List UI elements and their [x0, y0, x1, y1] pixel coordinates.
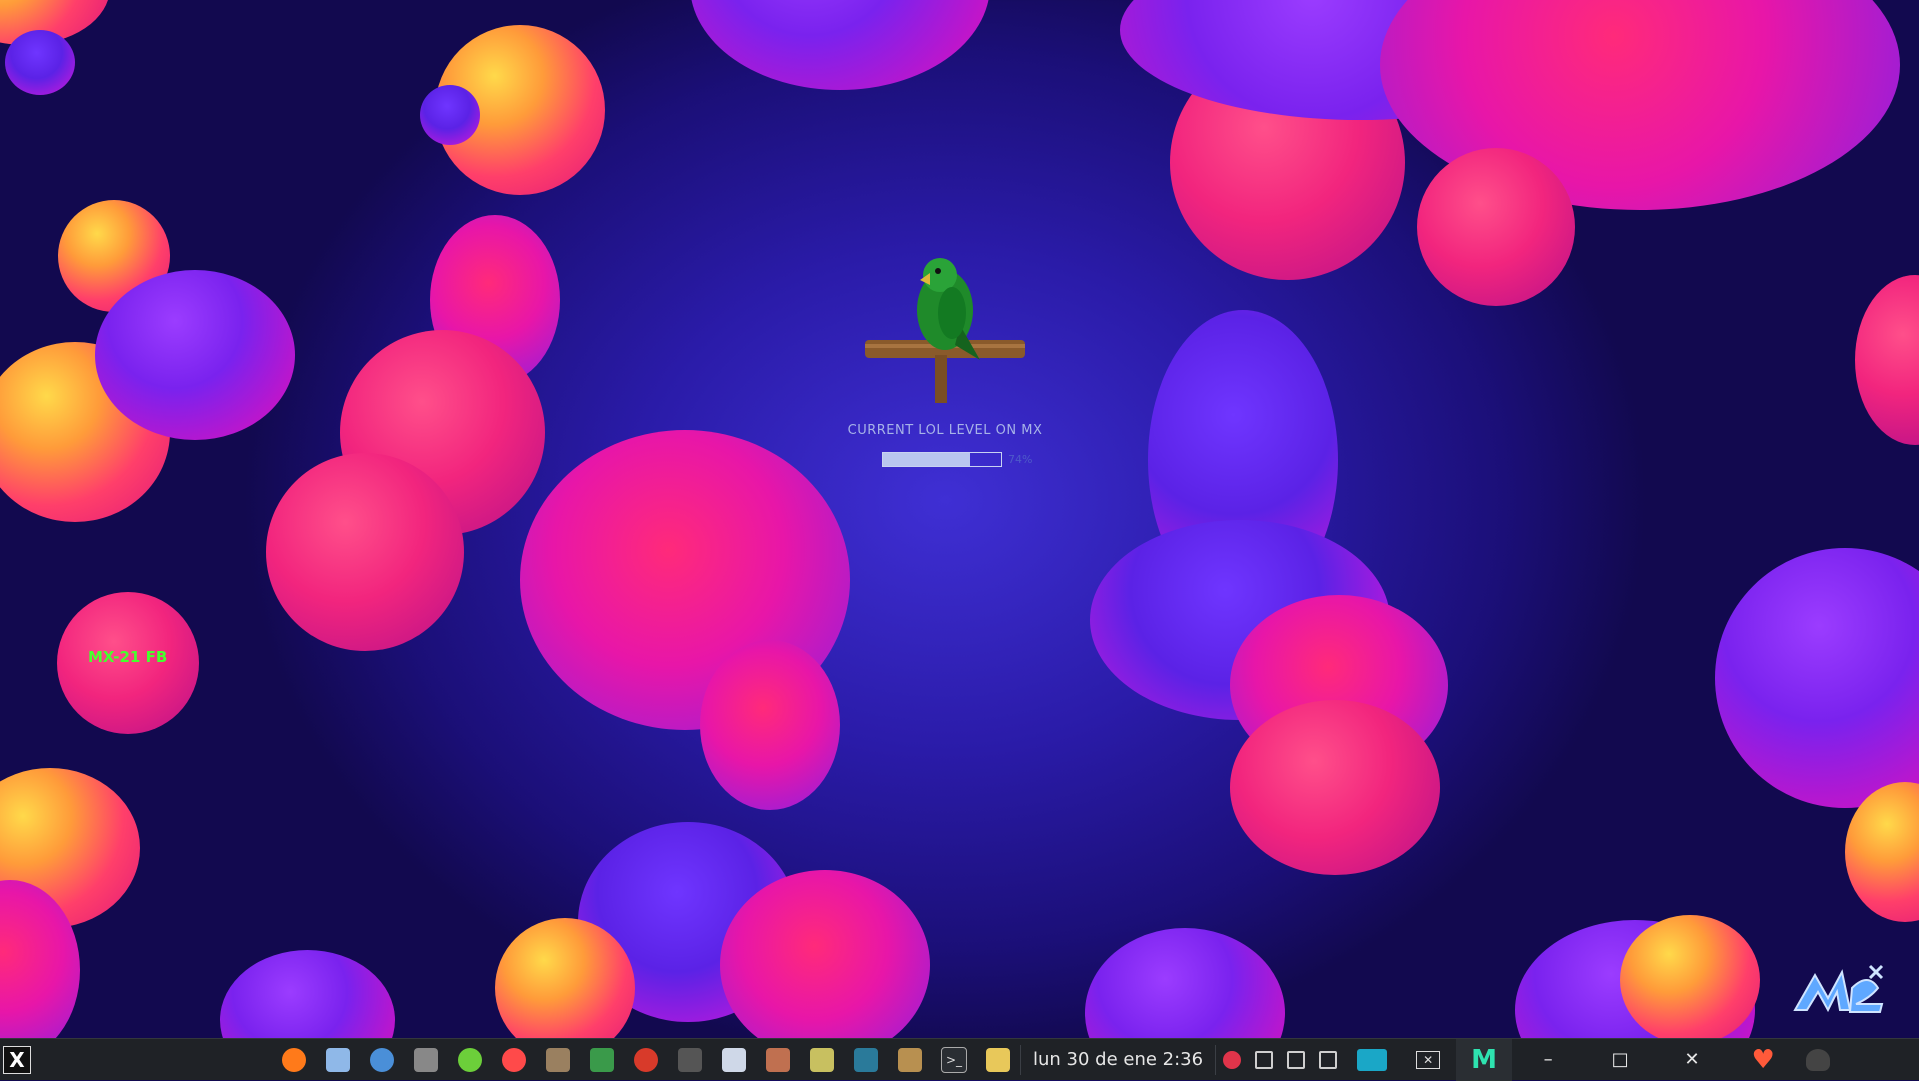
launcher-button[interactable]: [404, 1039, 448, 1081]
paint-bucket-icon: [766, 1047, 790, 1072]
file-manager-icon: [546, 1047, 570, 1072]
launcher-button[interactable]: [712, 1039, 756, 1081]
favorite-button[interactable]: ♥: [1728, 1039, 1798, 1081]
jar-icon: [898, 1047, 922, 1072]
launcher-button[interactable]: >_: [932, 1039, 976, 1081]
wallpaper-blob: [220, 950, 395, 1038]
wallpaper-blob: [266, 453, 464, 651]
globe-icon: [370, 1047, 394, 1072]
wallpaper-blob: [700, 640, 840, 810]
minimize-icon: –: [1543, 1049, 1553, 1070]
taskbar: X >_ lun 30 de ene 2:36 ✕ M – □ ✕ ♥: [0, 1038, 1919, 1081]
heart-icon: ♥: [1751, 1044, 1775, 1075]
launcher-button[interactable]: [976, 1039, 1020, 1081]
wallpaper-blob: [690, 0, 990, 90]
desktop-area: CURRENT LOL LEVEL ON MX 74% MX-21 FB: [0, 0, 1919, 1038]
wallpaper-blob: [1855, 275, 1919, 445]
wallpaper-blob: [1085, 928, 1285, 1038]
lol-level-widget: CURRENT LOL LEVEL ON MX 74%: [840, 245, 1050, 467]
tray-item[interactable]: [1248, 1039, 1280, 1081]
close-box-icon: ✕: [1416, 1050, 1441, 1069]
maximize-button[interactable]: □: [1584, 1039, 1656, 1081]
lol-level-bar: [882, 452, 1002, 467]
volume-icon: [1319, 1050, 1338, 1069]
parrot-icon: [865, 258, 1025, 403]
tray-item[interactable]: [1312, 1039, 1344, 1081]
window-list-icon: [326, 1047, 350, 1072]
cherry-icon: [1223, 1050, 1242, 1069]
close-icon: ✕: [1684, 1049, 1700, 1070]
launcher-button[interactable]: [536, 1039, 580, 1081]
red-circle-icon: [634, 1047, 658, 1072]
launcher-button[interactable]: [888, 1039, 932, 1081]
desktop-icon-label[interactable]: MX-21 FB: [88, 648, 167, 666]
notes-icon: [986, 1047, 1010, 1072]
screenshot-icon: [854, 1047, 878, 1072]
alien-icon: [810, 1047, 834, 1072]
green-blob-icon: [458, 1047, 482, 1072]
tray-item[interactable]: [1216, 1039, 1248, 1081]
wallpaper-blob: [420, 85, 480, 145]
clock[interactable]: lun 30 de ene 2:36: [1021, 1049, 1215, 1070]
clip-icon: [1287, 1050, 1306, 1069]
show-desktop-button[interactable]: [1344, 1039, 1400, 1081]
firefox-icon: [282, 1047, 306, 1072]
lol-level-title: CURRENT LOL LEVEL ON MX: [847, 423, 1043, 438]
launcher-button[interactable]: [668, 1039, 712, 1081]
launcher-button[interactable]: [844, 1039, 888, 1081]
close-button[interactable]: ✕: [1656, 1039, 1728, 1081]
wallpaper-blob: [1715, 548, 1919, 808]
tray-item[interactable]: [1280, 1039, 1312, 1081]
lol-level-fill: [883, 453, 971, 466]
system-tray: [1216, 1039, 1344, 1081]
launcher-button[interactable]: [448, 1039, 492, 1081]
user-hat-icon: [1806, 1048, 1831, 1071]
wallpaper-blob: [5, 30, 75, 95]
launcher-button[interactable]: [360, 1039, 404, 1081]
mouse-icon: [414, 1047, 438, 1072]
wallpaper-blob: [1620, 915, 1760, 1038]
minimize-button[interactable]: –: [1512, 1039, 1584, 1081]
display-icon: [1255, 1050, 1274, 1069]
mx-m-icon: M: [1471, 1044, 1498, 1075]
launcher-button[interactable]: [316, 1039, 360, 1081]
lol-level-percent: 74%: [1008, 453, 1033, 466]
wallpaper-blob: [95, 270, 295, 440]
launcher-button[interactable]: [492, 1039, 536, 1081]
launcher-button[interactable]: [624, 1039, 668, 1081]
close-window-button[interactable]: ✕: [1400, 1039, 1456, 1081]
user-menu-button[interactable]: [1798, 1039, 1838, 1081]
color-wheel-icon: [502, 1047, 526, 1072]
start-menu-button[interactable]: X: [2, 1039, 32, 1081]
lol-level-row: 74%: [840, 452, 1050, 467]
launcher-button[interactable]: [756, 1039, 800, 1081]
launcher-button[interactable]: [580, 1039, 624, 1081]
text-editor-icon: [722, 1047, 746, 1072]
mx-logo-icon: [1793, 964, 1884, 1013]
x-logo-icon: X: [3, 1045, 31, 1074]
mx-tools-button[interactable]: M: [1456, 1038, 1513, 1081]
calculator-icon: [590, 1047, 614, 1072]
launcher-button[interactable]: [272, 1039, 316, 1081]
launcher-button[interactable]: [800, 1039, 844, 1081]
wallpaper-blob: [1417, 148, 1575, 306]
maximize-icon: □: [1611, 1049, 1629, 1070]
wallpaper-blob: [1230, 700, 1440, 875]
camera-icon: [678, 1047, 702, 1072]
monitor-icon: [1357, 1048, 1388, 1071]
launcher-group: >_: [272, 1039, 1020, 1081]
terminal-icon: >_: [941, 1046, 967, 1073]
